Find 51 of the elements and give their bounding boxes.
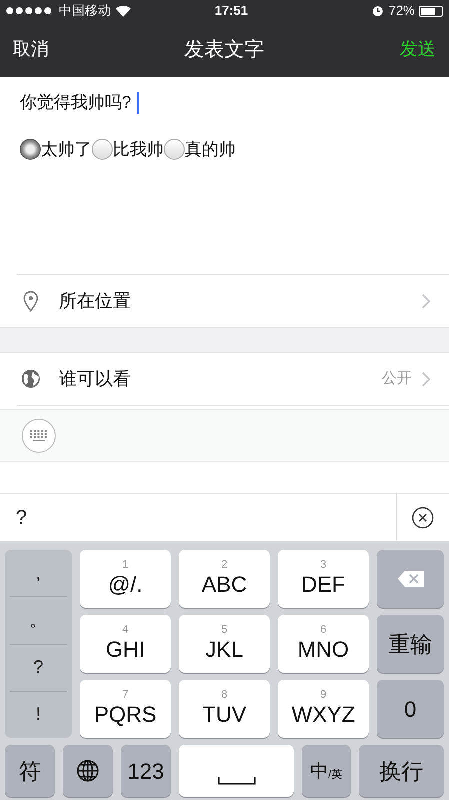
function-key[interactable]: 符 xyxy=(5,745,55,797)
space-icon xyxy=(218,777,256,785)
keypad-key[interactable]: 7 PQRS xyxy=(80,680,171,738)
chevron-right-icon xyxy=(422,294,431,308)
keypad-key[interactable]: 4 GHI xyxy=(80,615,171,673)
radio-option[interactable]: 真的帅 xyxy=(164,136,236,162)
radio-option[interactable]: 比我帅 xyxy=(92,136,164,162)
page-title: 发表文字 xyxy=(184,38,264,62)
send-button[interactable]: 发送 xyxy=(400,36,436,63)
keypad-key[interactable]: 3 DEF xyxy=(278,550,369,608)
row-value: 公开 xyxy=(382,368,412,389)
row-label: 谁可以看 xyxy=(59,368,131,390)
signal-icon xyxy=(6,7,54,15)
status-time: 17:51 xyxy=(214,2,250,20)
globe-icon xyxy=(21,369,41,389)
function-key[interactable]: 重输 xyxy=(377,615,444,673)
backspace-icon xyxy=(396,570,424,588)
battery-percent: 72% xyxy=(388,2,415,20)
close-icon xyxy=(412,506,434,528)
punctuation-key[interactable]: ! xyxy=(10,690,67,738)
keyboard-toggle-button[interactable] xyxy=(22,418,56,452)
cancel-button[interactable]: 取消 xyxy=(13,36,49,63)
function-key[interactable]: 换行 xyxy=(359,745,444,797)
alarm-clock-icon xyxy=(372,5,384,17)
location-pin-icon xyxy=(23,290,39,312)
language-key[interactable]: 中/英 xyxy=(302,745,351,797)
keypad-key[interactable]: 2 ABC xyxy=(179,550,270,608)
punctuation-key[interactable]: ? xyxy=(10,644,67,691)
keyboard-icon xyxy=(30,430,48,442)
keypad-key[interactable]: 8 TUV xyxy=(179,680,270,738)
carrier-name: 中国移动 xyxy=(59,2,111,20)
delete-key[interactable] xyxy=(377,550,444,608)
keypad-key[interactable]: 5 JKL xyxy=(179,615,270,673)
candidate-text[interactable]: ? xyxy=(0,502,396,532)
text-cursor xyxy=(137,92,140,114)
punctuation-key[interactable]: , xyxy=(10,550,67,596)
globe-icon xyxy=(76,759,100,783)
keypad-key[interactable]: 9 WXYZ xyxy=(278,680,369,738)
keypad-key[interactable]: 1 @/. xyxy=(80,550,171,608)
row-label: 所在位置 xyxy=(59,290,131,312)
wifi-icon xyxy=(116,6,131,16)
keypad-key[interactable]: 6 MNO xyxy=(278,615,369,673)
function-key[interactable]: 123 xyxy=(121,745,171,797)
chevron-right-icon xyxy=(422,372,431,386)
globe-key[interactable] xyxy=(63,745,113,797)
radio-option[interactable]: 太帅了 xyxy=(20,136,92,162)
function-key[interactable]: 0 xyxy=(377,680,444,738)
post-text: 你觉得我帅吗? xyxy=(20,92,132,114)
punctuation-key[interactable]: 。 xyxy=(10,596,67,644)
post-editor[interactable]: 你觉得我帅吗? 太帅了 比我帅 真的帅 xyxy=(0,77,449,274)
battery-icon xyxy=(419,6,443,16)
